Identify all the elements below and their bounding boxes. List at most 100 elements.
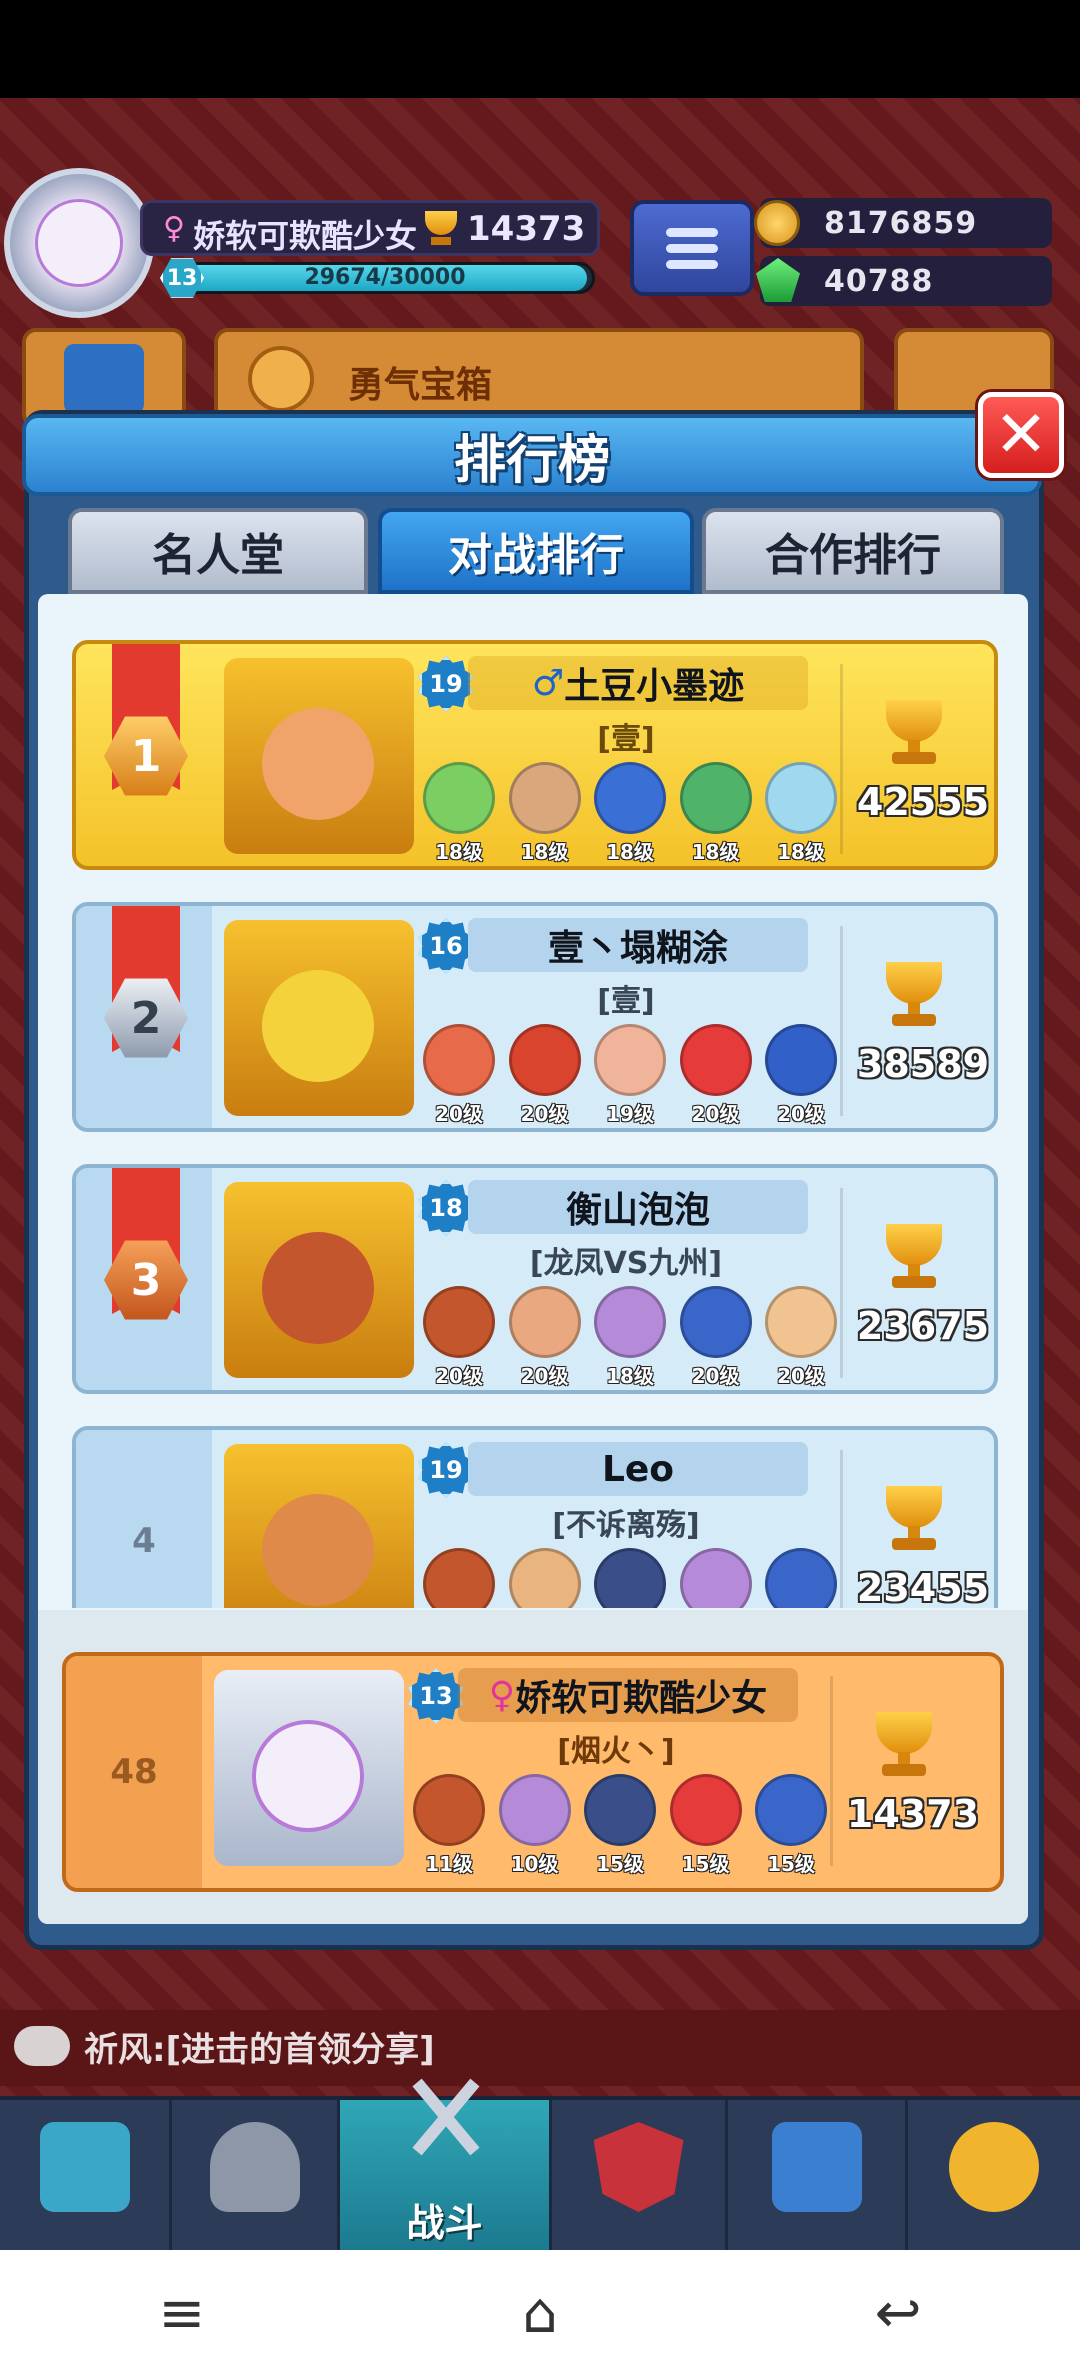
self-ranking-row[interactable]: 48 13 ♀ 娇软可欺酷少女 [烟火丶] 11级 10级 15级 15级 15级… (62, 1652, 1004, 1892)
hero-level: 18级 (520, 840, 569, 864)
player-level-badge: 16 (418, 918, 474, 974)
hero-slot: 18级 (762, 762, 840, 866)
trophy-icon (874, 962, 954, 1028)
hero-slot: 15级 (667, 1774, 745, 1882)
hero-level: 18级 (606, 840, 654, 864)
tab-battle-ranking[interactable]: 对战排行 (378, 508, 694, 594)
player-avatar[interactable] (4, 168, 154, 318)
back-button[interactable]: ↩ (875, 2281, 922, 2346)
hero-lineup: 20级 20级 18级 20级 20级 (420, 1286, 840, 1390)
hero-slot: 20级 (506, 1286, 584, 1390)
hero-level: 20级 (435, 1102, 483, 1126)
knight-helmet-icon (209, 2122, 300, 2212)
trophy-score: 23455 (856, 1566, 990, 1608)
checkmark-icon (64, 344, 144, 414)
hero-avatar (679, 1286, 752, 1358)
hero-slot (506, 1548, 584, 1608)
hero-slot: 19级 (591, 1024, 669, 1128)
hero-avatar (423, 1548, 495, 1608)
row-divider (840, 664, 843, 854)
hero-slot: 20级 (677, 1286, 755, 1390)
nav-battle-label: 战斗 (406, 2201, 483, 2245)
ranking-row-4-clip: 4 19 Leo [不诉离殇] 23455 (72, 1426, 998, 1608)
guild-name: [壹] (597, 984, 655, 1019)
gem-amount: 40788 (824, 264, 934, 299)
ranking-row-4[interactable]: 4 19 Leo [不诉离殇] 23455 (72, 1426, 998, 1608)
player-level-badge: 19 (418, 656, 474, 712)
hero-avatar (508, 1286, 581, 1358)
trophy-score: 23675 (856, 1304, 990, 1348)
player-portrait (224, 658, 414, 854)
gold-coin-icon (754, 200, 800, 246)
recent-apps-button[interactable]: ≡ (158, 2281, 205, 2346)
player-name: 壹丶塌糊涂 (547, 928, 728, 969)
hero-avatar (594, 1548, 666, 1608)
nav-ranking[interactable] (552, 2100, 728, 2250)
ranking-row-1[interactable]: 1 19 ♂ 土豆小墨迹 [壹] 18级 18级 18级 18级 18级 4255… (72, 640, 998, 870)
female-icon: ♀ (488, 1674, 516, 1716)
hero-slot: 18级 (420, 762, 498, 866)
guild-name: [不诉离殇] (552, 1508, 700, 1543)
player-trophies: 14373 (467, 209, 586, 249)
hero-avatar (508, 762, 581, 834)
player-level-badge: 18 (418, 1180, 474, 1236)
nav-battle[interactable]: 战斗 (340, 2078, 552, 2250)
menu-button[interactable] (630, 200, 754, 296)
hero-slot (591, 1548, 669, 1608)
hero-avatar (679, 1548, 752, 1608)
green-gem-icon (756, 258, 800, 302)
hero-level: 10级 (510, 1852, 559, 1876)
player-name-plate: ♂ 土豆小墨迹 (468, 656, 808, 710)
home-button[interactable]: ⌂ (522, 2281, 558, 2346)
male-icon: ♂ (531, 662, 565, 704)
row-divider (840, 1450, 843, 1608)
rank-number: 4 (132, 1521, 156, 1561)
hero-avatar (765, 1286, 837, 1358)
nav-explore[interactable] (908, 2100, 1080, 2250)
rank-number: 48 (110, 1752, 158, 1792)
panel-header: 排行榜 (22, 414, 1042, 496)
hero-avatar (594, 1024, 666, 1096)
hero-avatar (765, 762, 837, 834)
trophy-score: 42555 (856, 780, 990, 824)
nav-heroes[interactable] (172, 2100, 340, 2250)
hero-avatar (423, 762, 495, 834)
hero-avatar (765, 1548, 837, 1608)
chest-label: 勇气宝箱 (348, 365, 493, 406)
hero-avatar (423, 1286, 495, 1358)
trophy-icon (874, 1486, 954, 1552)
gem-counter[interactable]: 40788 (756, 256, 1052, 306)
hero-slot: 20级 (677, 1024, 755, 1128)
hero-slot (420, 1548, 498, 1608)
guild-name: [壹] (597, 722, 655, 757)
hero-slot: 10级 (496, 1774, 574, 1882)
tab-hall-of-fame[interactable]: 名人堂 (68, 508, 368, 594)
player-portrait (224, 920, 414, 1116)
hero-slot: 18级 (591, 762, 669, 866)
ranking-row-3[interactable]: 3 18 衡山泡泡 [龙凤VS九州] 20级 20级 18级 20级 20级 2… (72, 1164, 998, 1394)
fist-icon (248, 346, 314, 412)
nav-team[interactable] (728, 2100, 908, 2250)
hero-level: 11级 (425, 1852, 473, 1876)
player-name-bar: ♀ 娇软可欺酷少女 14373 (140, 200, 600, 256)
player-portrait (224, 1182, 414, 1378)
hero-avatar (594, 762, 666, 834)
guild-name: [龙凤VS九州] (529, 1246, 723, 1281)
trophy-score: 14373 (846, 1792, 980, 1836)
tab-coop-ranking[interactable]: 合作排行 (702, 508, 1004, 594)
player-name: Leo (601, 1448, 675, 1490)
hero-avatar (498, 1774, 571, 1846)
hero-avatar (584, 1774, 656, 1846)
chat-message[interactable]: 祈风:[进击的首领分享] (84, 2022, 435, 2071)
gold-counter[interactable]: 8176859 (754, 198, 1052, 248)
hero-level: 18级 (691, 840, 740, 864)
ranking-row-2[interactable]: 2 16 壹丶塌糊涂 [壹] 20级 20级 19级 20级 20级 38589 (72, 902, 998, 1132)
player-name-plate: 壹丶塌糊涂 (468, 918, 808, 972)
trophy-score: 38589 (856, 1042, 990, 1086)
player-name: 土豆小墨迹 (564, 666, 745, 707)
hero-slot: 18级 (677, 762, 755, 866)
close-button[interactable]: ✕ (978, 392, 1064, 478)
hero-slot: 18级 (591, 1286, 669, 1390)
nav-shop[interactable] (0, 2100, 172, 2250)
panel-title: 排行榜 (453, 430, 610, 491)
